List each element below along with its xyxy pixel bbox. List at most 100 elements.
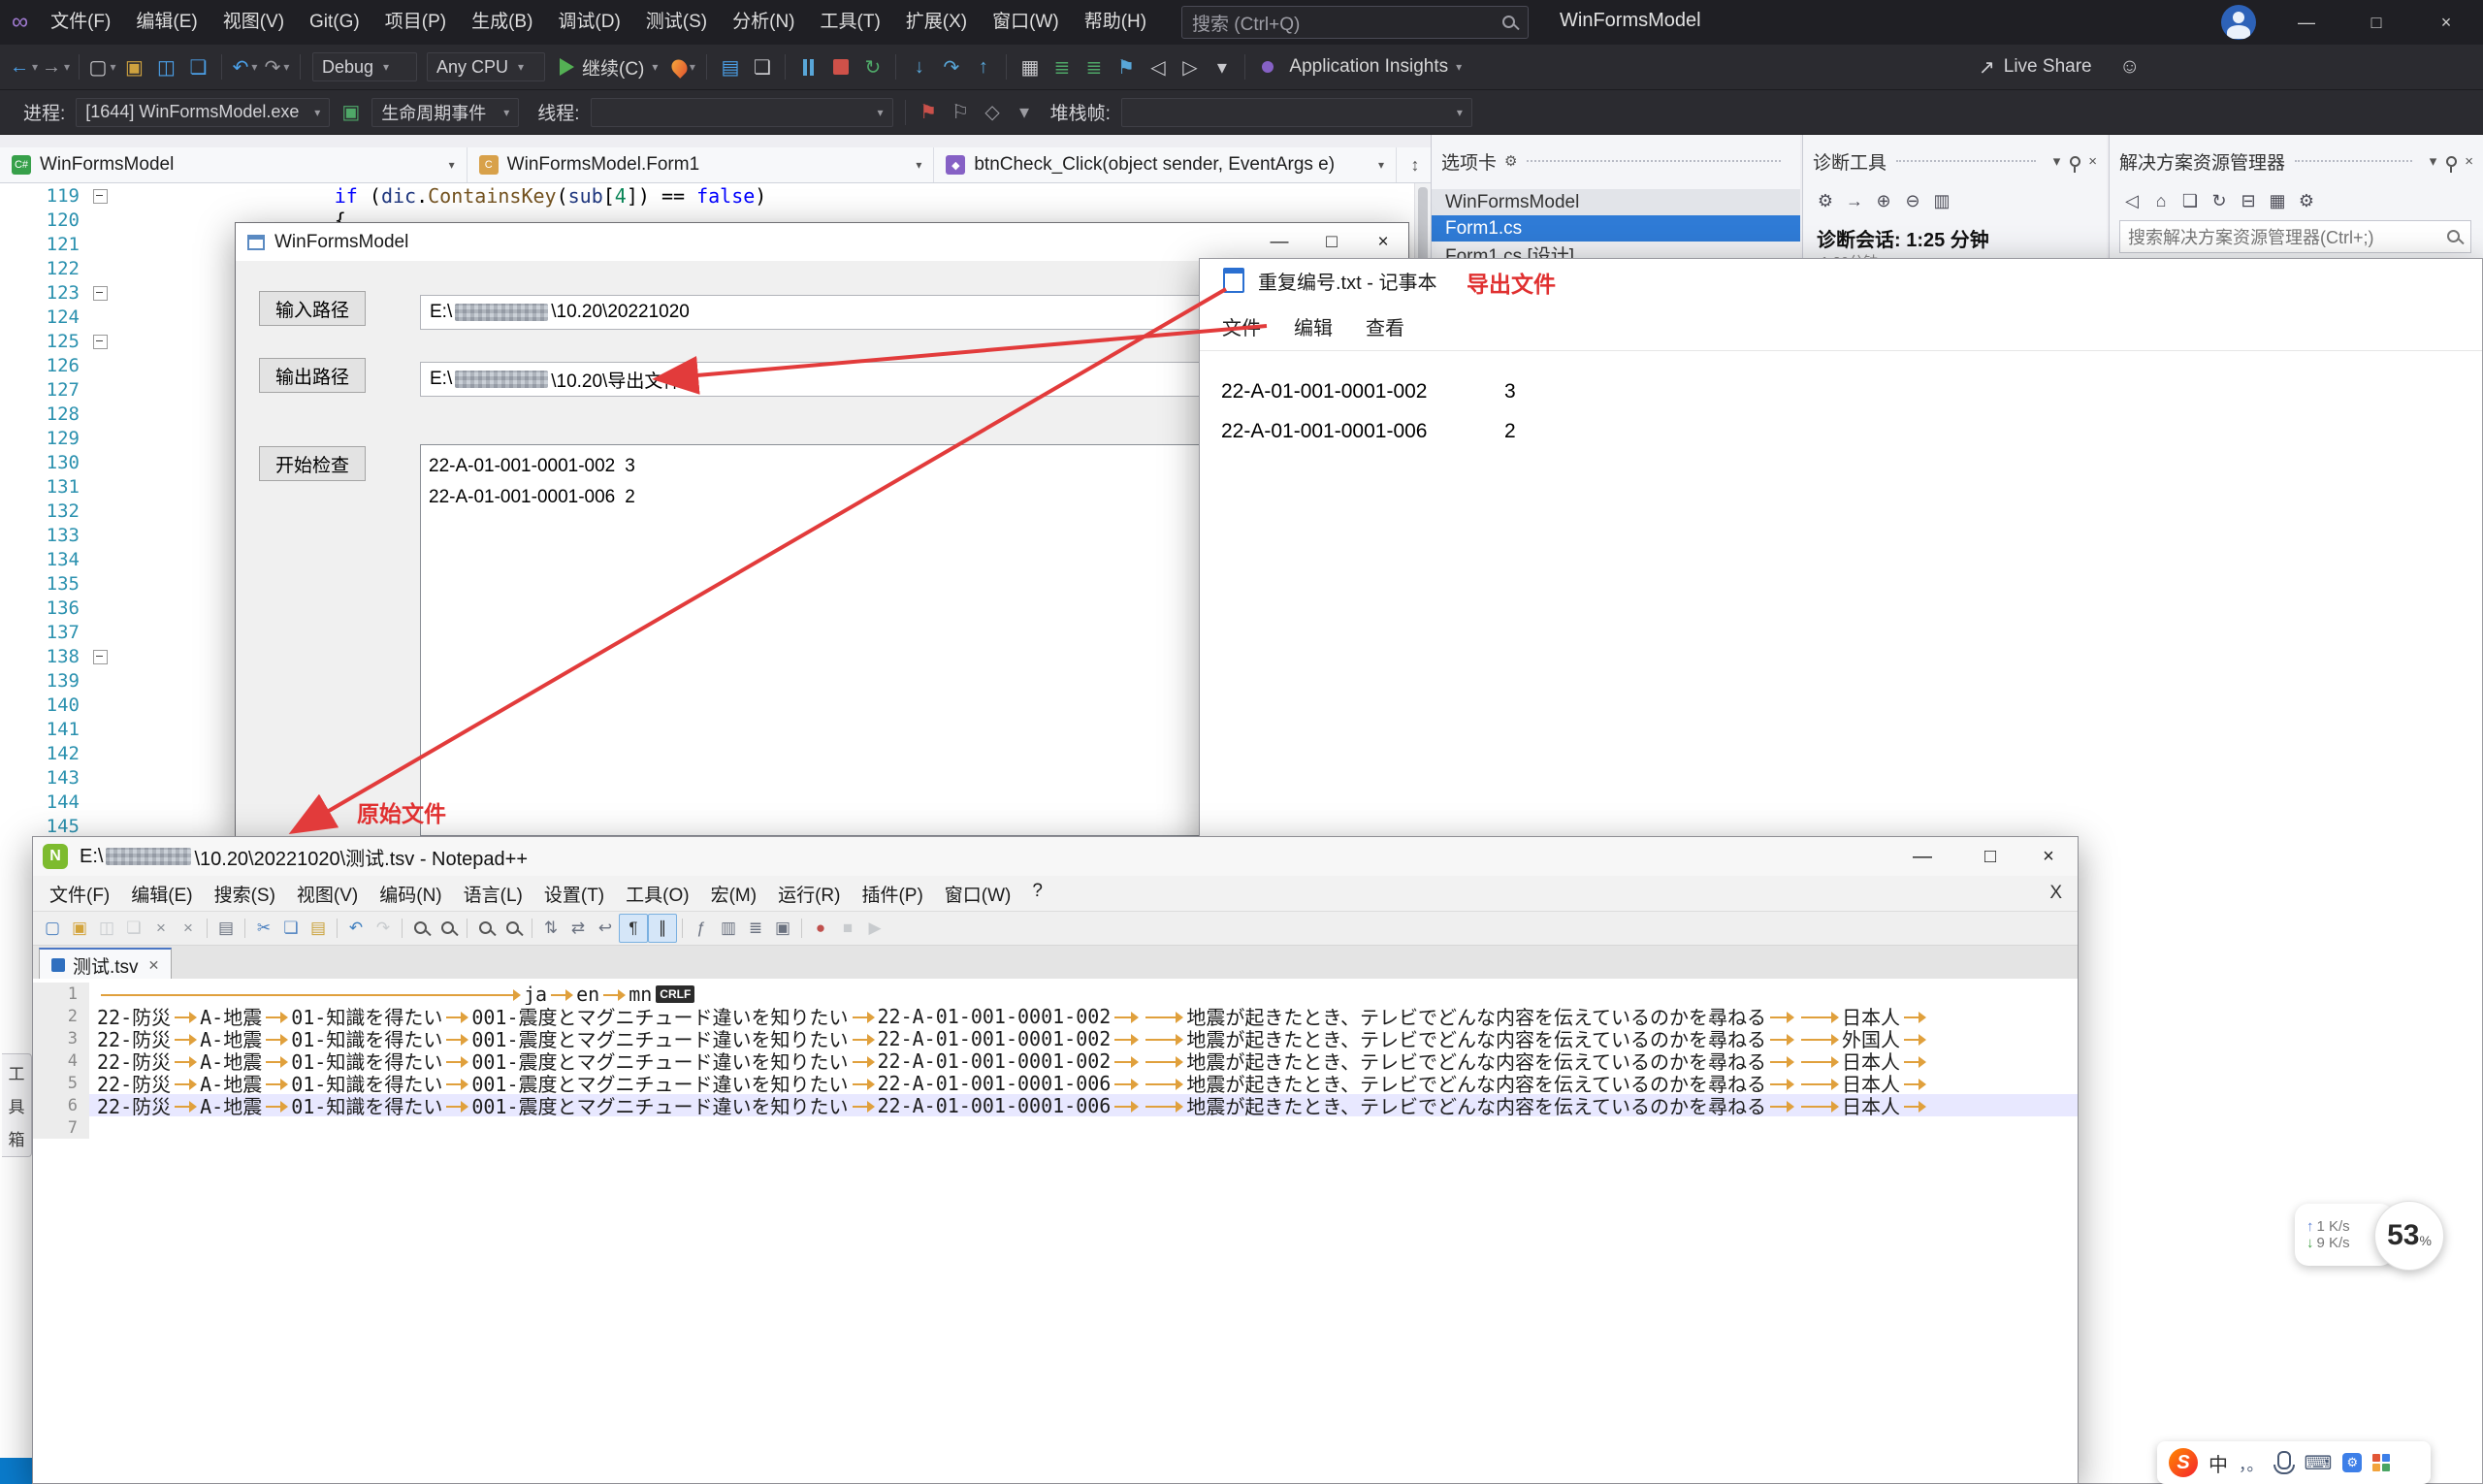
- home-icon[interactable]: ⌂: [2146, 185, 2176, 216]
- menu-item[interactable]: 测试(S): [633, 0, 720, 45]
- toolbox-autohide-tab[interactable]: 工具箱: [2, 1053, 32, 1157]
- stack-frame-dropdown[interactable]: ▾: [1120, 97, 1472, 127]
- document-map-icon[interactable]: ▥: [715, 915, 742, 942]
- undo-icon[interactable]: ↶: [342, 915, 370, 942]
- start-check-button[interactable]: 开始检查: [259, 446, 366, 481]
- menu-item[interactable]: 文件: [1206, 312, 1277, 340]
- microphone-icon[interactable]: [2273, 1450, 2295, 1474]
- percent-badge[interactable]: 53 %: [2374, 1201, 2444, 1271]
- diagnostics-panel-header[interactable]: 诊断工具 ▾ ×: [1803, 146, 2107, 176]
- minimize-button[interactable]: —: [2282, 0, 2331, 45]
- print-icon[interactable]: ▤: [212, 915, 240, 942]
- sol-back-icon[interactable]: ◁: [2117, 185, 2146, 216]
- document-tab[interactable]: 测试.tsv ✕: [39, 948, 173, 981]
- menu-item[interactable]: 文件(F): [39, 881, 120, 907]
- diag-export-icon[interactable]: →: [1840, 185, 1869, 216]
- function-list-icon[interactable]: ƒ: [688, 915, 715, 942]
- menu-item[interactable]: 编码(N): [369, 881, 452, 907]
- npp-line[interactable]: 4 22-防災 A-地震 01-知識を得たい 001-震度とマグニチュード違いを知りたい…: [33, 1049, 2078, 1072]
- diag-chart-icon[interactable]: ▥: [1927, 185, 1956, 216]
- paste-icon[interactable]: ▤: [305, 915, 332, 942]
- menu-item[interactable]: 设置(T): [533, 881, 615, 907]
- navigate-forward-icon[interactable]: →: [40, 48, 72, 86]
- folder-workspace-icon[interactable]: ▣: [769, 915, 796, 942]
- save-all-icon[interactable]: ❏: [182, 48, 214, 86]
- preview-code-icon[interactable]: ▤: [714, 48, 746, 86]
- type-dropdown[interactable]: C WinFormsModel.Form1 ▾: [468, 147, 935, 182]
- flag-outline-icon[interactable]: ⚐: [945, 93, 977, 132]
- menu-item[interactable]: 视图(V): [286, 881, 369, 907]
- solution-search-box[interactable]: 搜索解决方案资源管理器(Ctrl+;): [2119, 220, 2471, 253]
- macro-play-icon[interactable]: ▶: [861, 915, 888, 942]
- menu-item[interactable]: 窗口(W): [934, 881, 1022, 907]
- word-wrap-icon[interactable]: ↩: [592, 915, 619, 942]
- menu-item[interactable]: 工具(T): [808, 0, 893, 45]
- close-icon[interactable]: ×: [2088, 153, 2097, 170]
- ime-toolbar[interactable]: S 中 ，。 ⌨ ⚙: [2157, 1441, 2431, 1484]
- stop-icon[interactable]: [824, 48, 856, 86]
- ime-punctuation-toggle[interactable]: ，。: [2239, 1451, 2264, 1475]
- properties-icon[interactable]: ⚙: [2292, 185, 2321, 216]
- collapse-all-icon[interactable]: ⊟: [2234, 185, 2263, 216]
- editor-line[interactable]: 119 if (dic.ContainsKey(sub[4]) == false…: [0, 183, 1414, 208]
- menu-item[interactable]: 插件(P): [851, 881, 933, 907]
- close-file-icon[interactable]: ×: [147, 915, 175, 942]
- minimize-button[interactable]: —: [1899, 838, 1946, 875]
- bookmark-icon[interactable]: ⚑: [1110, 48, 1142, 86]
- close-button[interactable]: ×: [1358, 224, 1408, 261]
- input-path-button[interactable]: 输入路径: [259, 291, 366, 326]
- npp-line[interactable]: 7: [33, 1116, 2078, 1139]
- diag-settings-icon[interactable]: ⚙: [1811, 185, 1840, 216]
- member-dropdown[interactable]: ◆ btnCheck_Click(object sender, EventArg…: [934, 147, 1396, 182]
- quick-search-box[interactable]: 搜索 (Ctrl+Q): [1181, 6, 1529, 39]
- lifecycle-events-icon[interactable]: ▣: [335, 93, 367, 132]
- npp-line[interactable]: 3 22-防災 A-地震 01-知識を得たい 001-震度とマグニチュード違いを知りたい…: [33, 1027, 2078, 1049]
- npp-line[interactable]: 2 22-防災 A-地震 01-知識を得たい 001-震度とマグニチュード違いを知りたい…: [33, 1005, 2078, 1027]
- hot-reload-icon[interactable]: [667, 48, 699, 86]
- sync-horizontal-icon[interactable]: ⇄: [564, 915, 592, 942]
- debug-config-dropdown[interactable]: Debug ▾: [312, 52, 417, 81]
- notepad-content[interactable]: 22-A-01-001-0001-002 3 22-A-01-001-0001-…: [1221, 371, 2463, 451]
- menu-item[interactable]: 宏(M): [700, 881, 767, 907]
- sogou-logo-icon[interactable]: S: [2169, 1448, 2198, 1477]
- solution-explorer-header[interactable]: 解决方案资源管理器 ▾ ×: [2110, 146, 2483, 176]
- menu-item[interactable]: 工具(O): [615, 881, 699, 907]
- npp-line[interactable]: 1 ja en mn CRLF: [33, 983, 2078, 1005]
- pause-icon[interactable]: [792, 48, 824, 86]
- lifecycle-dropdown[interactable]: 生命周期事件 ▾: [371, 97, 520, 127]
- diag-zoom-in-icon[interactable]: ⊕: [1869, 185, 1898, 216]
- menu-item[interactable]: 编辑: [1277, 312, 1349, 340]
- winforms-titlebar[interactable]: WinFormsModel — □ ×: [236, 223, 1408, 261]
- toolbar-overflow-icon[interactable]: ▾: [1206, 48, 1238, 86]
- step-out-icon[interactable]: ↑: [967, 48, 999, 86]
- close-icon[interactable]: ×: [2465, 153, 2473, 170]
- menu-item[interactable]: 查看: [1349, 312, 1421, 340]
- tabs-panel-header[interactable]: 选项卡 ⚙: [1432, 146, 1800, 176]
- menu-item[interactable]: 调试(D): [545, 0, 632, 45]
- pin-icon[interactable]: [2070, 155, 2081, 173]
- step-over-icon[interactable]: ↷: [935, 48, 967, 86]
- menu-item[interactable]: 项目(P): [372, 0, 459, 45]
- menu-item[interactable]: Git(G): [297, 0, 372, 45]
- cut-icon[interactable]: ✂: [250, 915, 277, 942]
- new-file-icon[interactable]: ▢: [39, 915, 66, 942]
- apps-grid-icon[interactable]: [2372, 1454, 2391, 1471]
- account-avatar[interactable]: [2221, 5, 2256, 40]
- flag-red-icon[interactable]: ⚑: [913, 93, 945, 132]
- show-all-files-icon[interactable]: ▦: [2263, 185, 2292, 216]
- macro-record-icon[interactable]: ●: [807, 915, 834, 942]
- filter-events-icon[interactable]: ◇: [977, 93, 1009, 132]
- window-layout-icon[interactable]: ❏: [746, 48, 778, 86]
- menu-item[interactable]: 窗口(W): [980, 0, 1072, 45]
- redo-icon[interactable]: ↷: [370, 915, 397, 942]
- menu-item[interactable]: 帮助(H): [1072, 0, 1159, 45]
- indent-guide-icon[interactable]: ∥: [648, 914, 677, 943]
- menu-item[interactable]: 搜索(S): [204, 881, 286, 907]
- chevron-down-icon[interactable]: ▾: [2430, 152, 2437, 170]
- maximize-button[interactable]: □: [1967, 838, 2014, 875]
- macro-stop-icon[interactable]: ■: [834, 915, 861, 942]
- open-file-icon[interactable]: ▣: [66, 915, 93, 942]
- menu-item[interactable]: 分析(N): [720, 0, 807, 45]
- save-all-icon[interactable]: ❏: [120, 915, 147, 942]
- refresh-icon[interactable]: ↻: [2205, 185, 2234, 216]
